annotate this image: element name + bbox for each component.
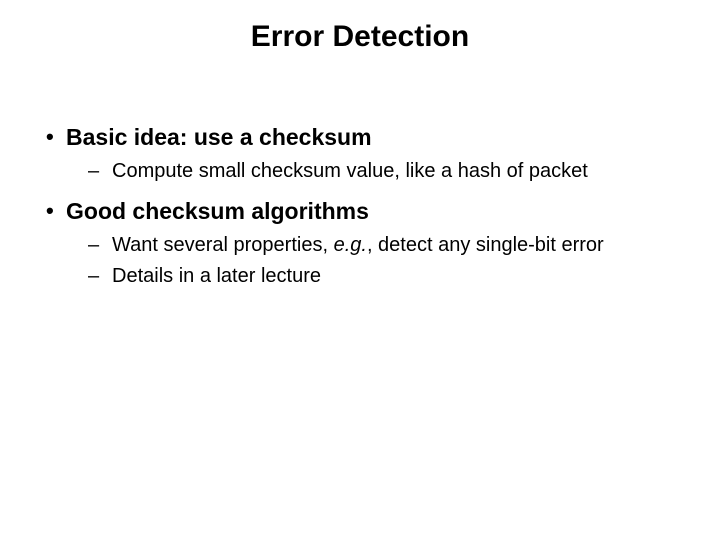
bullet-sub-2-2: Details in a later lecture	[112, 264, 680, 289]
sub-2-1-italic: e.g.	[334, 234, 367, 256]
bullet-main-1: Basic idea: use a checksum	[66, 124, 680, 151]
bullet-main-2: Good checksum algorithms	[66, 198, 680, 225]
sub-2-1-prefix: Want several properties,	[112, 234, 334, 256]
bullet-sub-1-1: Compute small checksum value, like a has…	[112, 159, 680, 184]
bullet-sub-2-1: Want several properties, e.g., detect an…	[112, 233, 680, 258]
sub-2-1-suffix: , detect any single-bit error	[367, 234, 604, 256]
slide-title: Error Detection	[40, 20, 680, 54]
